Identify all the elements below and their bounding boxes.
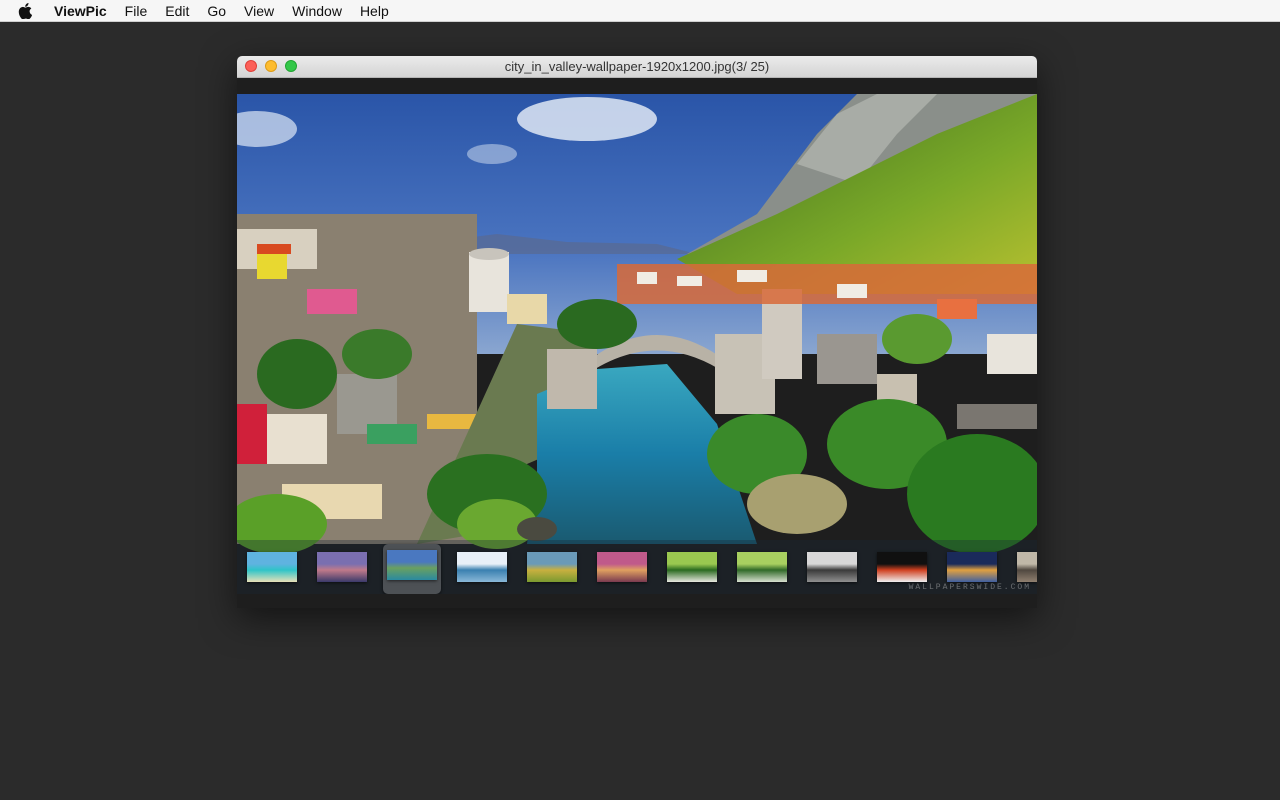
thumb-partial[interactable] — [1017, 552, 1037, 582]
bottom-padding — [237, 594, 1037, 608]
menu-help[interactable]: Help — [360, 3, 389, 19]
thumb-city-sunset[interactable] — [317, 552, 367, 582]
menu-bar: ViewPic File Edit Go View Window Help — [0, 0, 1280, 22]
thumb-tropical-beach[interactable] — [247, 552, 297, 582]
main-image[interactable]: WALLPAPERSWIDE.COM — [237, 94, 1037, 594]
top-padding — [237, 78, 1037, 94]
thumb-golden-field[interactable] — [527, 552, 577, 582]
app-menu[interactable]: ViewPic — [54, 3, 107, 19]
menu-view[interactable]: View — [244, 3, 274, 19]
thumb-skyscrapers[interactable] — [807, 552, 857, 582]
zoom-button[interactable] — [285, 60, 297, 72]
thumb-flower-street[interactable] — [597, 552, 647, 582]
thumb-aerial-bridge[interactable] — [457, 552, 507, 582]
thumb-green-road-2[interactable] — [737, 552, 787, 582]
menu-edit[interactable]: Edit — [165, 3, 189, 19]
viewer-window: city_in_valley-wallpaper-1920x1200.jpg(3… — [237, 56, 1037, 608]
menu-window[interactable]: Window — [292, 3, 342, 19]
close-button[interactable] — [245, 60, 257, 72]
thumb-green-road-1[interactable] — [667, 552, 717, 582]
thumb-night-car[interactable] — [877, 552, 927, 582]
window-title: city_in_valley-wallpaper-1920x1200.jpg(3… — [504, 59, 770, 74]
menu-go[interactable]: Go — [207, 3, 226, 19]
thumb-night-city[interactable] — [947, 552, 997, 582]
minimize-button[interactable] — [265, 60, 277, 72]
apple-icon[interactable] — [18, 2, 38, 19]
thumb-city-in-valley[interactable] — [387, 550, 437, 580]
photo-watermark: WALLPAPERSWIDE.COM — [908, 583, 1031, 592]
thumbnail-strip: WALLPAPERSWIDE.COM — [237, 540, 1037, 594]
window-controls — [245, 60, 305, 72]
title-bar[interactable]: city_in_valley-wallpaper-1920x1200.jpg(3… — [237, 56, 1037, 78]
city-valley-photo — [237, 94, 1037, 554]
menu-file[interactable]: File — [125, 3, 148, 19]
